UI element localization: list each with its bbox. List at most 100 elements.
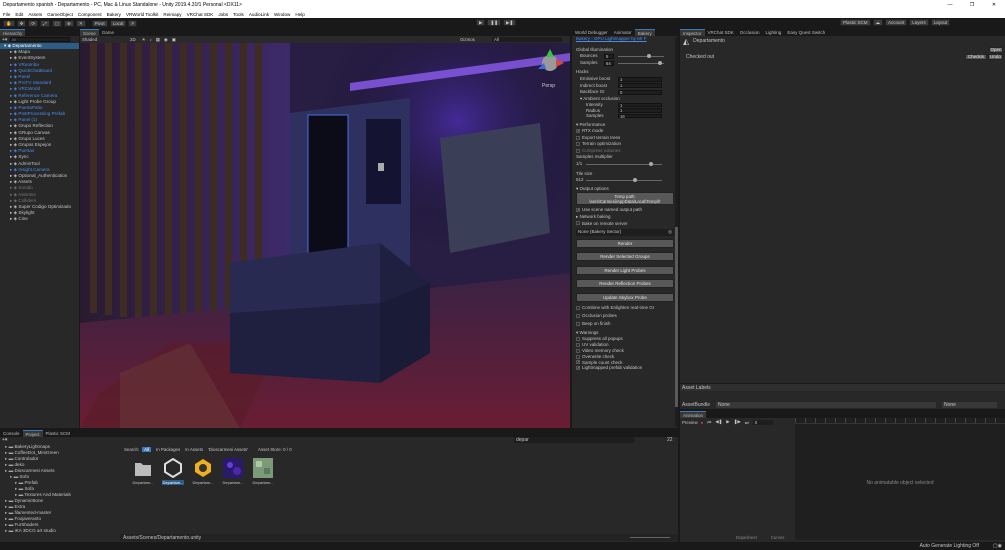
render-selected-button[interactable]: Render Selected Groups	[576, 252, 674, 262]
undo-button[interactable]: Undo	[988, 54, 1003, 60]
tab-plastic-scm[interactable]: Plastic SCM	[43, 430, 74, 437]
menu-audiolink[interactable]: AudioLink	[249, 12, 269, 17]
effects-icon[interactable]: ▦	[156, 37, 160, 43]
pivot-toggle[interactable]: Pivot	[91, 19, 108, 27]
project-search-input[interactable]: depar	[514, 437, 634, 443]
scene-search-input[interactable]: All	[492, 37, 562, 42]
object-picker-icon[interactable]: ◎	[668, 229, 672, 236]
custom-tool-icon[interactable]: ✕	[75, 19, 86, 27]
menu-file[interactable]: File	[3, 12, 10, 17]
maximize-icon[interactable]: ❐	[961, 0, 983, 10]
use-scene-named-checkbox[interactable]: ✓	[576, 208, 580, 213]
menu-component[interactable]: Component	[78, 12, 102, 17]
backface-field[interactable]: 0	[618, 89, 662, 95]
render-reflection-probes-button[interactable]: Render Reflection Probes	[576, 279, 674, 289]
menu-window[interactable]: Window	[274, 12, 290, 17]
warning-checkbox[interactable]: ✓	[576, 366, 580, 371]
move-tool-icon[interactable]: ✥	[16, 19, 27, 27]
scale-tool-icon[interactable]: ⤢	[40, 19, 50, 27]
preview-toggle[interactable]: Preview	[682, 420, 698, 425]
plastic-scm-button[interactable]: Plastic SCM	[840, 19, 871, 26]
snap-icon[interactable]: #	[128, 19, 137, 27]
bake-remote-checkbox[interactable]	[576, 221, 580, 226]
tile-size-thumb[interactable]	[632, 178, 637, 183]
emissive-field[interactable]: 1	[618, 76, 662, 82]
curves-tab[interactable]: Curves	[771, 535, 785, 540]
menu-bakery[interactable]: Bakery	[107, 12, 121, 17]
ao-foldout[interactable]: ▾ Ambient occlusion	[576, 96, 674, 103]
rotate-tool-icon[interactable]: ⟳	[28, 19, 39, 27]
samples-mult-thumb[interactable]	[649, 162, 654, 167]
asset-item[interactable]: Departam...	[192, 458, 214, 485]
transform-tool-icon[interactable]: ⊕	[64, 19, 74, 27]
scope-asset-store[interactable]: Asset Store: 0 / 0	[258, 447, 292, 452]
terrain-opt-checkbox[interactable]	[576, 142, 580, 147]
scope-folder[interactable]: 'Dioscarmesi Assets'	[208, 447, 248, 452]
open-button[interactable]: Open	[989, 47, 1003, 53]
animation-timeline[interactable]: No animatable object selected	[795, 418, 1005, 540]
first-key-icon[interactable]: ⏮	[707, 420, 711, 425]
hand-tool-icon[interactable]: ✋	[3, 19, 15, 27]
update-skybox-button[interactable]: Update Skybox Probe	[576, 292, 674, 302]
play-anim-icon[interactable]: ▶	[726, 419, 729, 425]
tab-game[interactable]: Game	[99, 29, 117, 36]
compress-checkbox[interactable]	[576, 148, 580, 153]
tab-easy-quest-switch[interactable]: Easy Quest Switch	[784, 29, 828, 36]
render-light-probes-button[interactable]: Render Light Probes	[576, 265, 674, 275]
menu-help[interactable]: Help	[295, 12, 304, 17]
tile-size-track[interactable]	[586, 180, 662, 182]
render-button[interactable]: Render	[576, 238, 674, 248]
project-folder-item[interactable]: ▸ ▬ IKA 3DCG art studio	[0, 528, 120, 534]
beep-toggle[interactable]: Beep on finish	[576, 320, 674, 328]
menu-reimapy[interactable]: Reimapy	[163, 12, 181, 17]
menu-assets[interactable]: Assets	[28, 12, 42, 17]
create-plus-icon[interactable]: +▾	[2, 37, 7, 43]
bake-remote-toggle[interactable]: Bake on remote server	[576, 221, 674, 228]
export-terrain-toggle[interactable]: Export terrain trees	[576, 135, 674, 142]
temp-path-button[interactable]: Temp path: \sers\Carmesi\AppData\Local\T…	[576, 192, 674, 206]
tab-animation[interactable]: Animation	[680, 411, 707, 418]
bakery-header-link[interactable]: Bakery - GPU Lightmapper by Mr F	[576, 36, 674, 43]
rect-tool-icon[interactable]: ▢	[51, 19, 63, 27]
menu-tools[interactable]: Tools	[233, 12, 244, 17]
sector-field[interactable]: None (Bakery Sector) ◎	[576, 229, 674, 236]
compress-toggle[interactable]: Compress volumes	[576, 148, 674, 155]
rtx-toggle[interactable]: ✓ RTX mode	[576, 128, 674, 135]
tab-scene[interactable]: Scene	[80, 29, 99, 36]
warning-checkbox[interactable]	[576, 337, 580, 342]
tab-hierarchy[interactable]: Hierarchy	[0, 29, 26, 36]
menu-edit[interactable]: Edit	[15, 12, 23, 17]
tab-occlusion[interactable]: Occlusion	[737, 29, 763, 36]
tab-animator[interactable]: Animator	[611, 29, 635, 36]
layout-dropdown[interactable]: Layout	[930, 19, 951, 26]
play-icon[interactable]: ▶	[476, 19, 486, 26]
camera-icon[interactable]: ▣	[172, 37, 176, 43]
close-icon[interactable]: ✕	[983, 0, 1005, 10]
output-options-foldout[interactable]: ▾ Output options	[576, 186, 674, 193]
scene-viewport[interactable]: Persp	[80, 43, 570, 428]
layers-dropdown[interactable]: Layers	[909, 19, 929, 26]
record-icon[interactable]: ●	[701, 420, 704, 425]
warnings-foldout[interactable]: ▾ Warnings	[576, 330, 674, 337]
menu-gameobject[interactable]: GameObject	[47, 12, 73, 17]
samples-slider-thumb[interactable]	[657, 60, 662, 65]
menu-vrchat-sdk[interactable]: VRChat SDK	[187, 12, 214, 17]
zoom-slider[interactable]	[630, 537, 670, 538]
bounces-field[interactable]: 5	[604, 53, 614, 59]
export-terrain-checkbox[interactable]	[576, 135, 580, 140]
dopesheet-tab[interactable]: Dopesheet	[736, 535, 757, 540]
gizmos-dropdown[interactable]: Gizmos	[460, 37, 475, 42]
tab-console[interactable]: Console	[0, 430, 23, 437]
bakery-scrollbar[interactable]	[675, 37, 678, 427]
ao-samples-field[interactable]: 16	[618, 113, 662, 119]
scope-packages[interactable]: In Packages	[156, 447, 180, 452]
minimize-icon[interactable]: —	[939, 0, 961, 10]
warning-checkbox[interactable]	[576, 348, 580, 353]
hidden-objects-icon[interactable]: ◉	[164, 37, 168, 43]
bounces-slider-track[interactable]	[618, 56, 664, 58]
performance-foldout[interactable]: ▾ Performance	[576, 122, 674, 129]
warning-toggle[interactable]: ✓ Lightmapped prefab validation	[576, 365, 674, 371]
project-create-icon[interactable]: +▾	[2, 437, 7, 443]
scope-all[interactable]: All	[142, 446, 152, 452]
tab-bakery[interactable]: Bakery	[634, 29, 655, 36]
